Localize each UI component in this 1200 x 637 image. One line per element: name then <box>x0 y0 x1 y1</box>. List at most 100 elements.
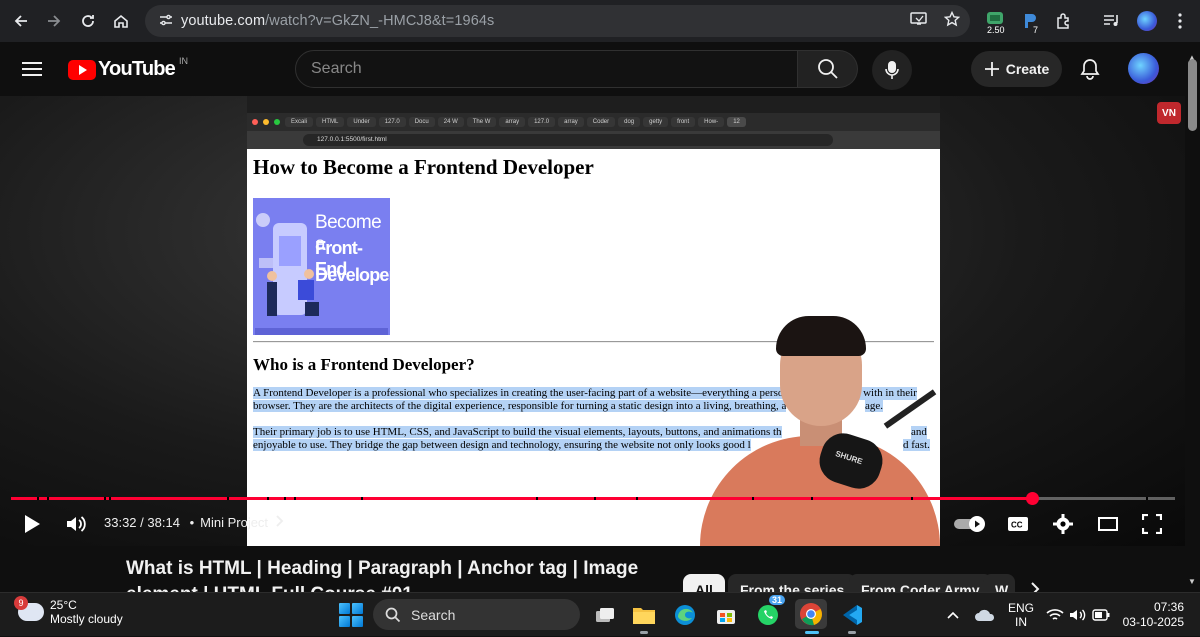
whatsapp-icon[interactable]: 31 <box>754 595 786 629</box>
recorded-tab: Excali <box>285 117 314 127</box>
chapter-marker <box>267 497 269 500</box>
battery-icon[interactable] <box>1092 593 1110 637</box>
task-view-icon[interactable] <box>591 601 619 629</box>
weather-widget[interactable]: 9 25°C Mostly cloudy <box>14 596 123 626</box>
recorded-tab: Docu <box>408 117 435 127</box>
windows-start-icon[interactable] <box>339 603 363 627</box>
search-icon <box>385 607 401 622</box>
page-scrollbar[interactable]: ▲ ▼ <box>1185 53 1200 592</box>
search-button[interactable] <box>798 50 858 88</box>
progress-scrubber[interactable] <box>1025 492 1039 505</box>
video-title-line2: element | HTML Full Course #01 <box>126 584 413 592</box>
language-line2: IN <box>1015 615 1027 629</box>
media-queue-icon[interactable] <box>1100 6 1124 36</box>
running-indicator <box>848 631 856 634</box>
cast-icon[interactable] <box>910 11 928 31</box>
chrome-icon[interactable] <box>795 599 827 629</box>
extension-count-badge: 7 <box>1031 25 1041 35</box>
site-info-icon[interactable] <box>151 13 181 30</box>
recorded-url: 127.0.0.1:5500/first.html <box>303 134 833 146</box>
autoplay-toggle[interactable] <box>952 506 988 542</box>
browser-menu-icon[interactable] <box>1170 6 1190 36</box>
chapter-marker <box>109 497 111 500</box>
recorded-tab: Under <box>347 117 376 127</box>
onedrive-cloud-icon[interactable] <box>975 593 995 637</box>
forward-arrow-icon[interactable] <box>37 4 71 38</box>
profile-avatar-icon[interactable] <box>1134 6 1160 36</box>
youtube-logo[interactable]: YouTube IN <box>68 56 188 81</box>
edge-browser-icon[interactable] <box>671 601 699 629</box>
url-host: youtube.com <box>181 13 266 29</box>
language-line1: ENG <box>1008 601 1035 615</box>
recorded-address-bar: 127.0.0.1:5500/first.html <box>247 131 940 149</box>
presenter-hair <box>776 316 866 356</box>
theater-mode-button[interactable] <box>1090 506 1126 542</box>
video-player[interactable]: Excali HTML Under 127.0 Docu 24 W The W … <box>0 96 1185 546</box>
autoplay-toggle-icon <box>954 516 985 532</box>
chip-more[interactable]: W <box>983 574 1015 592</box>
taskbar-search[interactable]: Search <box>373 599 580 630</box>
voice-search-button[interactable] <box>872 50 912 90</box>
back-arrow-icon[interactable] <box>4 4 38 38</box>
account-avatar[interactable] <box>1128 53 1159 84</box>
channel-watermark-badge[interactable]: VN <box>1157 102 1181 124</box>
settings-button[interactable] <box>1045 506 1081 542</box>
image-text-line3: Developer <box>315 265 390 285</box>
progress-bar[interactable] <box>11 492 1175 505</box>
chapter-marker <box>294 497 296 500</box>
microsoft-store-icon[interactable] <box>712 601 740 629</box>
language-indicator[interactable]: ENG IN <box>1008 593 1034 637</box>
address-bar[interactable]: youtube.com/watch?v=GkZN_-HMCJ8&t=1964s <box>145 5 970 37</box>
weather-badge: 9 <box>14 596 28 610</box>
progress-played <box>11 497 1032 500</box>
chip-from-coder-army[interactable]: From Coder Army <box>849 574 992 592</box>
scroll-down-arrow-icon[interactable]: ▼ <box>1188 577 1196 586</box>
create-button[interactable]: Create <box>971 51 1062 87</box>
notifications-bell-icon[interactable] <box>1076 55 1104 83</box>
theater-icon <box>1098 517 1118 531</box>
plus-icon <box>984 62 999 76</box>
running-indicator <box>640 631 648 634</box>
taskbar-search-label: Search <box>411 606 456 623</box>
chapter-marker <box>811 497 813 500</box>
url-path: /watch?v=GkZN_-HMCJ8&t=1964s <box>265 13 495 29</box>
cloud-icon: 9 <box>14 596 44 621</box>
scroll-thumb[interactable] <box>1188 59 1197 131</box>
file-explorer-icon[interactable] <box>630 601 658 629</box>
page-subheading: Who is a Frontend Developer? <box>253 355 475 374</box>
show-hidden-icons-chevron-icon[interactable] <box>947 593 959 637</box>
fullscreen-button[interactable] <box>1134 506 1170 542</box>
chip-all[interactable]: All <box>683 574 725 592</box>
address-url[interactable]: youtube.com/watch?v=GkZN_-HMCJ8&t=1964s <box>181 13 494 29</box>
search-input[interactable]: Search <box>295 50 798 88</box>
extension-pin-icon[interactable]: 7 <box>1018 6 1042 36</box>
play-button[interactable] <box>14 506 50 542</box>
extension-icon[interactable]: 2.50 <box>981 6 1009 36</box>
chip-from-series[interactable]: From the series <box>728 574 857 592</box>
video-info: What is HTML | Heading | Paragraph | Anc… <box>0 546 1185 592</box>
chapter-chevron-icon[interactable] <box>276 515 284 530</box>
menu-hamburger-icon[interactable] <box>22 58 42 78</box>
puzzle-extensions-icon[interactable] <box>1052 6 1076 36</box>
recorded-tab: 127.0 <box>528 117 556 127</box>
captions-button[interactable]: CC <box>1000 506 1036 542</box>
chapter-title[interactable]: Mini Project <box>200 515 268 530</box>
recorded-tab: The W <box>466 117 497 127</box>
whatsapp-badge: 31 <box>769 595 786 605</box>
mute-button[interactable] <box>58 506 94 542</box>
recorded-tab-active: 12 <box>727 117 746 127</box>
maximize-dot-icon <box>274 119 280 125</box>
wifi-icon[interactable] <box>1046 593 1064 637</box>
bookmark-star-icon[interactable] <box>943 10 961 31</box>
vscode-icon[interactable] <box>838 601 866 629</box>
windows-taskbar: 9 25°C Mostly cloudy Search 31 ENG IN 07… <box>0 592 1200 636</box>
recorded-tab: front <box>671 117 696 127</box>
system-clock[interactable]: 07:36 03-10-2025 <box>1120 600 1184 630</box>
create-label: Create <box>1005 61 1050 77</box>
home-icon[interactable] <box>104 4 138 38</box>
player-controls: 33:32 / 38:14 • Mini Project CC <box>0 506 1185 546</box>
chips-next-chevron-icon[interactable] <box>1030 582 1040 592</box>
recorded-tab: array <box>558 117 584 127</box>
reload-icon[interactable] <box>71 4 105 38</box>
speaker-icon[interactable] <box>1069 593 1087 637</box>
